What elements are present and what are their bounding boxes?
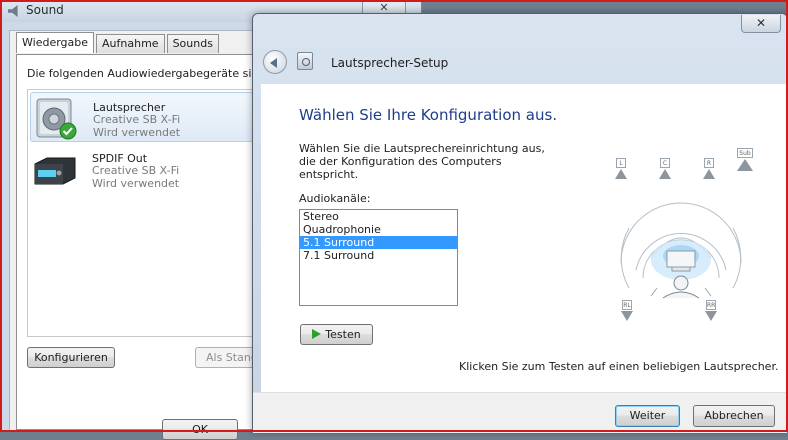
spdif-device-icon [34, 157, 76, 185]
channel-option-5-1-surround[interactable]: 5.1 Surround [300, 236, 457, 249]
speaker-label: C [660, 158, 670, 168]
speaker-label: RR [706, 300, 716, 310]
channel-option-stereo[interactable]: Stereo [300, 210, 457, 223]
speaker-center[interactable]: C [657, 158, 673, 180]
speaker-cone-icon [621, 311, 633, 321]
page-heading: Wählen Sie Ihre Konfiguration aus. [299, 106, 558, 124]
test-hint-text: Klicken Sie zum Testen auf einen beliebi… [459, 360, 779, 373]
cancel-button[interactable]: Abbrechen [693, 405, 775, 427]
audio-channels-label: Audiokanäle: [299, 192, 371, 205]
tab-sounds[interactable]: Sounds [166, 34, 219, 53]
setup-content: Wählen Sie Ihre Konfiguration aus. Wähle… [261, 84, 788, 392]
speaker-cone-icon [703, 169, 715, 179]
next-button[interactable]: Weiter [615, 405, 680, 427]
device-driver: Creative SB X-Fi [92, 164, 180, 177]
speaker-front-left[interactable]: L [613, 158, 629, 180]
channel-option-quadrophonie[interactable]: Quadrophonie [300, 223, 457, 236]
speaker-rear-right[interactable]: RR [703, 300, 719, 322]
ok-button[interactable]: OK [162, 419, 238, 440]
playback-description: Die folgenden Audiowiedergabegeräte sind [27, 67, 266, 80]
speaker-icon [36, 98, 77, 140]
configure-button[interactable]: Konfigurieren [27, 347, 115, 368]
speaker-cone-icon [737, 159, 753, 171]
tab-wiedergabe[interactable]: Wiedergabe [16, 32, 95, 53]
speaker-cone-icon [615, 169, 627, 179]
play-icon [312, 329, 322, 339]
test-button[interactable]: Testen [300, 324, 373, 345]
intro-text: Wählen Sie die Lautsprechereinrichtung a… [299, 142, 545, 181]
speaker-label: Sub [737, 148, 753, 158]
channel-option-7-1-surround[interactable]: 7.1 Surround [300, 249, 457, 262]
speaker-cone-icon [659, 169, 671, 179]
sound-tabs: Wiedergabe Aufnahme Sounds [16, 32, 221, 54]
speaker-front-right[interactable]: R [701, 158, 717, 180]
speaker-label: R [704, 158, 714, 168]
device-status: Wird verwendet [92, 177, 180, 190]
speaker-setup-icon [297, 52, 313, 70]
speaker-label: L [616, 158, 626, 168]
setup-footer: Weiter Abbrechen [253, 392, 787, 433]
device-driver: Creative SB X-Fi [93, 113, 181, 126]
speaker-subwoofer[interactable]: Sub [735, 148, 755, 171]
speaker-cone-icon [705, 311, 717, 321]
speaker-rear-left[interactable]: RL [619, 300, 635, 322]
speaker-layout-diagram: L C R Sub RL RR [591, 148, 771, 333]
tab-aufnahme[interactable]: Aufnahme [96, 34, 165, 53]
back-arrow-icon[interactable] [263, 50, 287, 74]
setup-close-button[interactable]: ✕ [741, 15, 781, 33]
audio-channels-listbox[interactable]: Stereo Quadrophonie 5.1 Surround 7.1 Sur… [299, 209, 458, 306]
speaker-label: RL [622, 300, 632, 310]
speaker-small-icon [8, 5, 18, 17]
test-button-label: Testen [325, 328, 361, 341]
device-status: Wird verwendet [93, 126, 181, 139]
speaker-setup-window: ✕ Lautsprecher-Setup Wählen Sie Ihre Kon… [252, 13, 788, 433]
setup-window-title: Lautsprecher-Setup [331, 56, 449, 70]
sound-window-title: Sound [26, 3, 64, 17]
